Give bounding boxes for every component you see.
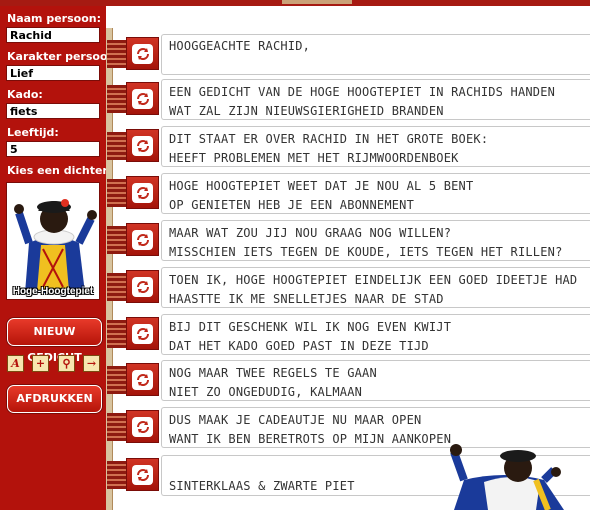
poet-selector[interactable]: Hoge-Hoogtepiet (6, 182, 100, 300)
tab-decoration (107, 132, 126, 160)
new-poem-button[interactable]: NIEUW GEDICHT (7, 318, 102, 364)
refresh-line-button[interactable] (126, 270, 159, 303)
refresh-line-button[interactable] (126, 37, 159, 70)
poem-line-text-1: NOG MAAR TWEE REGELS TE GAAN (169, 366, 377, 380)
tab-decoration (107, 461, 126, 489)
tab-decoration (107, 366, 126, 394)
refresh-icon (137, 421, 149, 433)
poem-line: NOG MAAR TWEE REGELS TE GAAN NIET ZO ONGE… (107, 360, 590, 401)
refresh-line-button[interactable] (126, 223, 159, 256)
poem-line-text-2: HAASTTE IK ME SNELLETJES NAAR DE STAD (169, 292, 444, 306)
name-label: Naam persoon: (7, 12, 101, 25)
poem-line: HOGE HOOGTEPIET WEET DAT JE NOU AL 5 BEN… (107, 173, 590, 214)
tab-decoration (107, 40, 126, 68)
poet-label: Kies een dichter: (7, 164, 113, 177)
poem-line: TOEN IK, HOGE HOOGTEPIET EINDELIJK EEN G… (107, 267, 590, 308)
refresh-icon (137, 328, 149, 340)
refresh-icon (137, 140, 149, 152)
poem-line-text-1: MAAR WAT ZOU JIJ NOU GRAAG NOG WILLEN? (169, 226, 452, 240)
top-bar-ornament (282, 0, 352, 4)
zoom-icon[interactable]: ⚲ (58, 355, 75, 372)
poem-line-text-2: MISSCHIEN IETS TEGEN DE KOUDE, IETS TEGE… (169, 245, 563, 259)
poem-line: MAAR WAT ZOU JIJ NOU GRAAG NOG WILLEN? MI… (107, 220, 590, 261)
poem-line-text-2: SINTERKLAAS & ZWARTE PIET (169, 479, 355, 493)
character-label: Karakter persoon: (7, 50, 120, 63)
poem-line-text-1: HOGE HOOGTEPIET WEET DAT JE NOU AL 5 BEN… (169, 179, 474, 193)
refresh-icon (137, 48, 149, 60)
poem-line: BIJ DIT GESCHENK WIL IK NOG EVEN KWIJT DA… (107, 314, 590, 355)
gift-field[interactable]: fiets (6, 103, 100, 119)
poem-line-text-1: TOEN IK, HOGE HOOGTEPIET EINDELIJK EEN G… (169, 273, 578, 287)
add-icon[interactable]: + (32, 355, 49, 372)
refresh-line-button[interactable] (126, 317, 159, 350)
tab-decoration (107, 273, 126, 301)
age-label: Leeftijd: (7, 126, 59, 139)
poem-line-text-2: WAT ZAL ZIJN NIEUWSGIERIGHEID BRANDEN (169, 104, 444, 118)
poem-line-text-1: BIJ DIT GESCHENK WIL IK NOG EVEN KWIJT (169, 320, 452, 334)
poet-illustration (7, 183, 99, 299)
refresh-icon (137, 374, 149, 386)
refresh-line-button[interactable] (126, 458, 159, 491)
tab-decoration (107, 320, 126, 348)
name-field[interactable]: Rachid (6, 27, 100, 43)
poem-line-text-2: NIET ZO ONGEDUDIG, KALMAAN (169, 385, 363, 399)
tab-decoration (107, 85, 126, 113)
refresh-line-button[interactable] (126, 129, 159, 162)
refresh-line-button[interactable] (126, 410, 159, 443)
piet-illustration (450, 444, 564, 510)
refresh-line-button[interactable] (126, 176, 159, 209)
export-icon[interactable]: → (83, 355, 100, 372)
poem-line-text-1: DIT STAAT ER OVER RACHID IN HET GROTE BO… (169, 132, 489, 146)
poem-line-text-1: DUS MAAK JE CADEAUTJE NU MAAR OPEN (169, 413, 422, 427)
refresh-icon (137, 234, 149, 246)
poem-line-text-2: DAT HET KADO GOED PAST IN DEZE TIJD (169, 339, 429, 353)
gift-label: Kado: (7, 88, 43, 101)
refresh-line-button[interactable] (126, 363, 159, 396)
poem-line-text-1: HOOGGEACHTE RACHID, (169, 39, 311, 53)
refresh-line-button[interactable] (126, 82, 159, 115)
poem-line: DIT STAAT ER OVER RACHID IN HET GROTE BO… (107, 126, 590, 167)
font-icon[interactable]: A (7, 355, 24, 372)
refresh-icon (137, 93, 149, 105)
poem-line-text-2: WANT IK BEN BERETROTS OP MIJN AANKOPEN (169, 432, 452, 446)
poem-line-text-1: EEN GEDICHT VAN DE HOGE HOOGTEPIET IN RA… (169, 85, 556, 99)
poem-line-text-2: HEEFT PROBLEMEN MET HET RIJMWOORDENBOEK (169, 151, 459, 165)
refresh-icon (137, 187, 149, 199)
tab-decoration (107, 179, 126, 207)
poem-line: EEN GEDICHT VAN DE HOGE HOOGTEPIET IN RA… (107, 79, 590, 120)
print-button[interactable]: AFDRUKKEN (7, 385, 102, 413)
poem-line-text-2: OP GENIETEN HEB JE EEN ABONNEMENT (169, 198, 415, 212)
poem-line: HOOGGEACHTE RACHID, (107, 34, 590, 75)
refresh-icon (137, 281, 149, 293)
age-field[interactable]: 5 (6, 141, 100, 157)
tab-decoration (107, 413, 126, 441)
refresh-icon (137, 469, 149, 481)
poet-name: Hoge-Hoogtepiet (12, 286, 94, 297)
character-field[interactable]: Lief (6, 65, 100, 81)
tab-decoration (107, 226, 126, 254)
